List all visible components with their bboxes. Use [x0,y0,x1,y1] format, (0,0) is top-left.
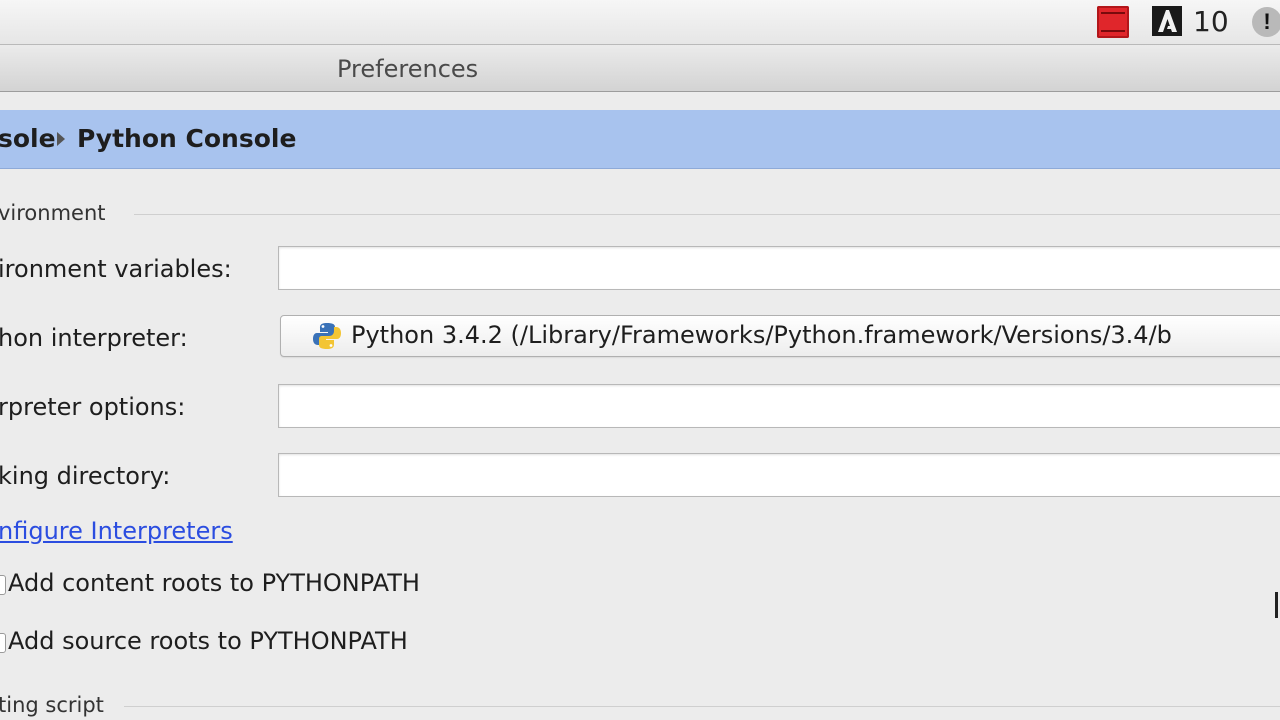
breadcrumb-separator-icon [57,132,65,146]
section-divider [134,214,1280,215]
section-title-starting-script: ting script [0,693,104,717]
menu-bar: 10 ! [0,0,1280,45]
interpreter-label: hon interpreter: [0,324,188,352]
breadcrumb-current: Python Console [77,124,297,153]
checkbox-source-roots[interactable]: Add source roots to PYTHONPATH [0,627,600,663]
text-cursor-icon [1275,592,1278,618]
alert-icon[interactable]: ! [1252,7,1280,37]
interp-options-field[interactable] [278,384,1280,428]
titlebar-spacer [0,92,1280,110]
interpreter-value: Python 3.4.2 (/Library/Frameworks/Python… [351,321,1172,349]
adobe-icon[interactable] [1152,6,1182,36]
breadcrumb-parent[interactable]: sole [0,124,56,153]
env-vars-field[interactable] [278,246,1280,290]
checkbox-label: Add content roots to PYTHONPATH [8,569,420,597]
adobe-badge-count: 10 [1193,5,1229,38]
window-titlebar: Preferences [0,45,1280,92]
section-title-environment: vironment [0,201,106,225]
checkbox-label: Add source roots to PYTHONPATH [8,627,408,655]
env-vars-label: ironment variables: [0,255,232,283]
breadcrumb: sole Python Console [0,110,1280,169]
working-dir-label: king directory: [0,462,171,490]
checkbox[interactable] [0,633,6,653]
window-title: Preferences [337,55,479,83]
interp-options-label: rpreter options: [0,393,186,421]
checkbox-content-roots[interactable]: Add content roots to PYTHONPATH [0,569,600,605]
configure-interpreters-link[interactable]: nfigure Interpreters [0,517,233,545]
section-divider [124,706,1280,707]
working-dir-field[interactable] [278,453,1280,497]
checkbox[interactable] [0,575,6,595]
python-icon [313,323,341,349]
screen-recorder-icon[interactable] [1097,6,1129,38]
interpreter-select[interactable]: Python 3.4.2 (/Library/Frameworks/Python… [280,315,1280,357]
